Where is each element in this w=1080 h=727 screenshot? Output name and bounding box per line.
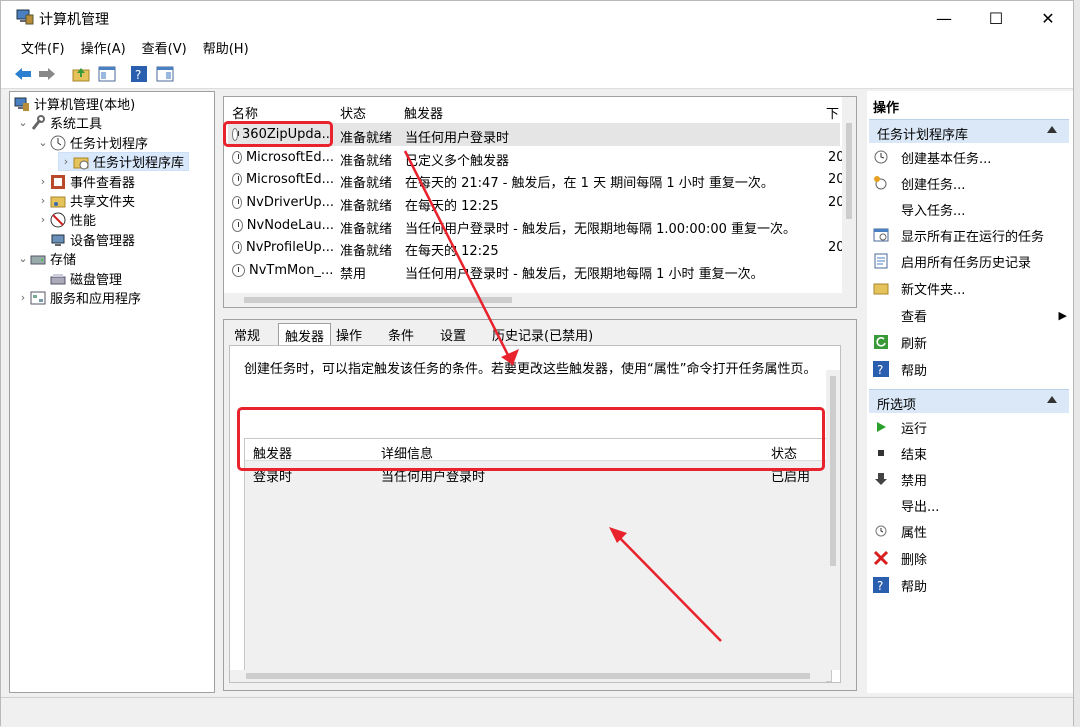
annotation-arrows <box>403 150 722 642</box>
arrow-head-up <box>609 527 627 543</box>
arrow-head-down <box>501 349 519 365</box>
arrow-line-up <box>612 530 722 642</box>
computer-management-window: 计算机管理 — ☐ ✕ 文件(F) 操作(A) 查看(V) 帮助(H) ? 计算… <box>0 0 1074 727</box>
arrow-line-down <box>403 150 515 366</box>
